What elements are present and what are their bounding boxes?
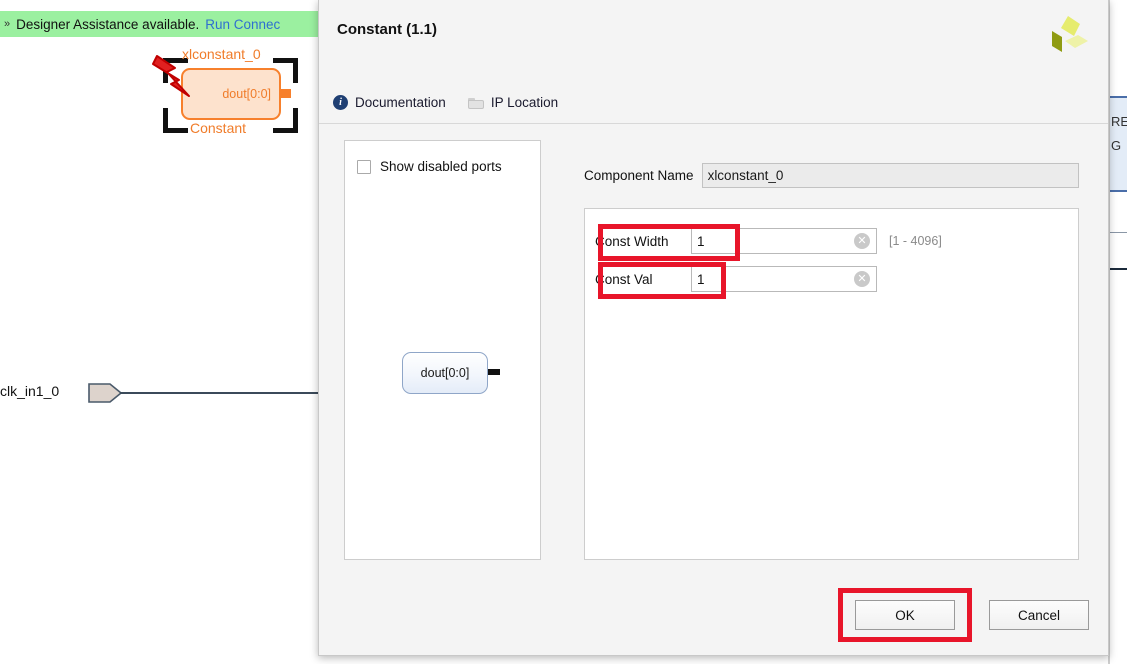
constant-ip-block[interactable]: xlconstant_0 dout[0:0] Constant: [158, 46, 298, 148]
dialog-title: Constant (1.1): [337, 21, 438, 38]
const-width-row: Const Width 1 ✕ [1 - 4096]: [595, 228, 942, 254]
external-input-port-icon[interactable]: [88, 383, 122, 403]
const-val-row: Const Val 1 ✕: [595, 266, 889, 292]
show-disabled-ports-row[interactable]: Show disabled ports: [357, 159, 502, 174]
constant-instance-label: xlconstant_0: [182, 46, 261, 62]
info-icon: i: [333, 95, 348, 110]
cancel-button[interactable]: Cancel: [989, 600, 1089, 630]
banner-message: Designer Assistance available.: [16, 16, 200, 32]
component-name-value: xlconstant_0: [707, 168, 784, 183]
customize-ip-dialog[interactable]: Constant (1.1) i Documentation IP Locati…: [318, 0, 1109, 656]
dialog-toolbar: i Documentation IP Location: [319, 82, 1108, 124]
symbol-port-label: dout[0:0]: [420, 366, 470, 380]
symbol-output-pin: [488, 369, 500, 375]
occluded-wire-lower: [1110, 268, 1127, 270]
const-val-label: Const Val: [595, 271, 653, 287]
const-val-input[interactable]: 1 ✕: [691, 266, 877, 292]
occluded-right-block[interactable]: RE G: [1110, 96, 1127, 192]
constant-block-body[interactable]: dout[0:0]: [181, 68, 281, 120]
const-width-label: Const Width: [595, 233, 669, 249]
ip-location-button[interactable]: IP Location: [467, 95, 559, 110]
constant-type-label: Constant: [190, 120, 247, 136]
const-val-value: 1: [697, 271, 705, 287]
xilinx-logo: [1052, 16, 1088, 52]
show-disabled-ports-label: Show disabled ports: [380, 159, 502, 174]
run-connection-automation-link[interactable]: Run Connec: [205, 17, 280, 32]
constant-output-pin: [280, 89, 291, 98]
component-name-label: Component Name: [584, 168, 694, 183]
ip-symbol-preview: dout[0:0]: [402, 352, 488, 394]
occluded-wire-upper: [1110, 232, 1127, 233]
constant-dout-port-label: dout[0:0]: [222, 87, 271, 101]
occluded-block-line-2: G: [1111, 138, 1122, 153]
occluded-block-line-1: RE: [1111, 114, 1127, 129]
component-name-input[interactable]: xlconstant_0: [701, 163, 1079, 188]
component-name-row: Component Name xlconstant_0: [584, 163, 1079, 188]
documentation-button[interactable]: i Documentation: [333, 95, 446, 110]
const-width-value: 1: [697, 233, 705, 249]
clear-icon[interactable]: ✕: [854, 233, 870, 249]
documentation-label: Documentation: [355, 95, 446, 110]
parameters-panel: Const Width 1 ✕ [1 - 4096] Const Val 1 ✕: [584, 208, 1079, 560]
banner-chevron-icon: »: [4, 17, 11, 30]
clk-connection-wire: [120, 392, 320, 394]
folder-icon: [467, 96, 484, 109]
const-width-range: [1 - 4096]: [889, 234, 942, 248]
clk-in1-port-label: clk_in1_0: [0, 383, 60, 399]
ok-button[interactable]: OK: [855, 600, 955, 630]
ip-location-label: IP Location: [490, 95, 559, 110]
clear-icon[interactable]: ✕: [854, 271, 870, 287]
show-disabled-ports-checkbox[interactable]: [357, 159, 371, 174]
const-width-input[interactable]: 1 ✕: [691, 228, 877, 254]
port-preview-panel: Show disabled ports dout[0:0]: [344, 140, 541, 560]
